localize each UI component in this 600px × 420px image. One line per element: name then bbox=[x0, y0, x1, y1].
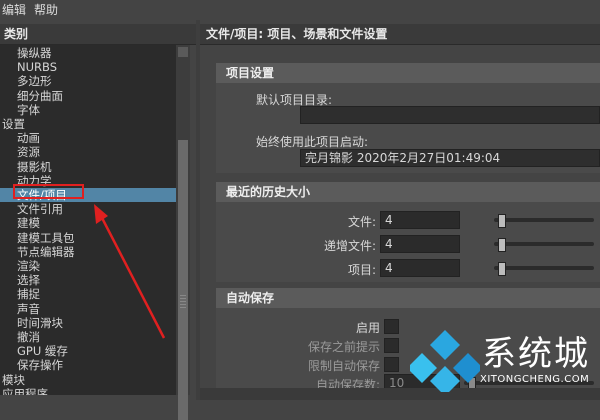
watermark-text: 系统城 bbox=[482, 334, 590, 374]
watermark: 系统城 XITONGCHENG.COM bbox=[410, 318, 600, 400]
annotation-arrow-line bbox=[98, 213, 166, 339]
watermark-logo-icon bbox=[410, 330, 480, 392]
watermark-subtext: XITONGCHENG.COM bbox=[480, 374, 590, 385]
annotation-arrow-head bbox=[94, 204, 108, 224]
